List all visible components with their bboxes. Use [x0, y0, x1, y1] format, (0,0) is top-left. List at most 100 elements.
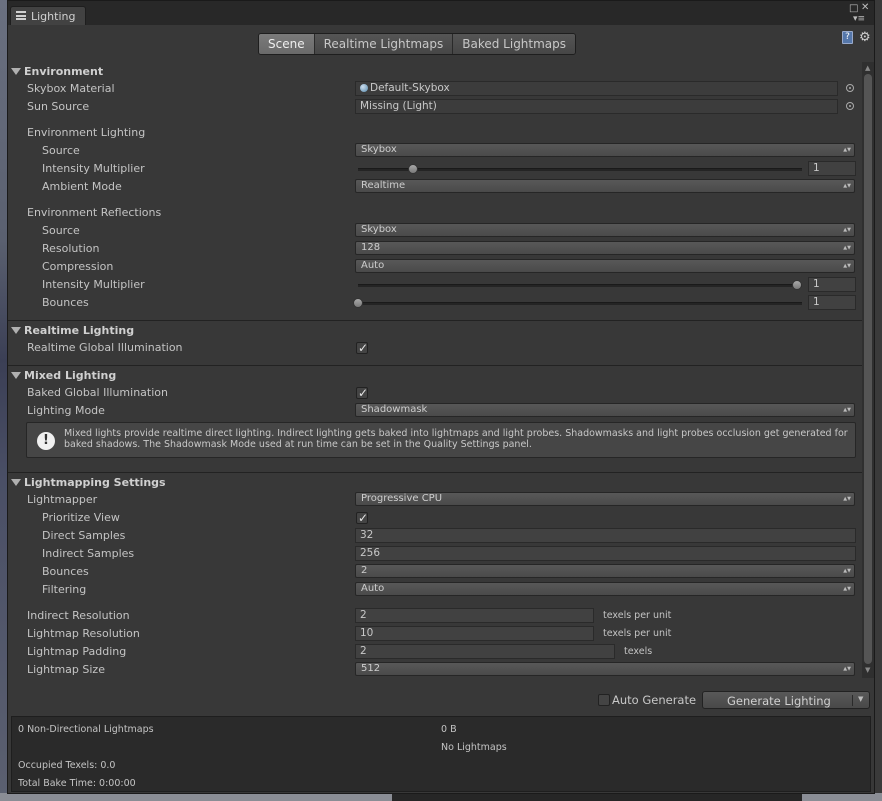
intensity-value-field[interactable]: 1	[808, 161, 856, 176]
sun-source-object-picker-icon[interactable]	[846, 102, 854, 110]
environment-lighting-label: Environment Lighting	[27, 126, 146, 139]
help-icon[interactable]: ?	[842, 31, 853, 44]
filtering-value: Auto	[361, 583, 385, 594]
lightmapper-value: Progressive CPU	[361, 493, 443, 504]
tab-realtime-lightmaps[interactable]: Realtime Lightmaps	[314, 34, 454, 54]
lightmap-resolution-label: Lightmap Resolution	[27, 627, 140, 640]
auto-generate-checkbox[interactable]	[598, 694, 610, 706]
checkmark-icon: ✓	[358, 386, 369, 400]
refl-bounces-slider-handle[interactable]	[353, 298, 363, 308]
ambient-mode-dropdown[interactable]: Realtime ▲▼	[355, 179, 855, 193]
foldout-triangle-icon	[11, 372, 21, 379]
lightmap-resolution-field[interactable]: 10	[355, 626, 594, 641]
checkmark-icon: ✓	[358, 511, 369, 525]
section-divider	[8, 320, 862, 321]
inspector-content: Environment Skybox Material Default-Skyb…	[8, 62, 862, 678]
mode-toolbar: Scene Realtime Lightmaps Baked Lightmaps	[258, 33, 577, 55]
lighting-mode-dropdown[interactable]: Shadowmask ▲▼	[355, 403, 855, 417]
bottom-background	[0, 793, 882, 801]
refl-bounces-slider-track[interactable]	[358, 302, 802, 305]
lightmap-padding-label: Lightmap Padding	[27, 645, 127, 658]
skybox-material-field[interactable]: Default-Skybox	[355, 81, 838, 96]
realtime-gi-label: Realtime Global Illumination	[27, 341, 183, 354]
lightmap-size-dropdown[interactable]: 512 ▲▼	[355, 662, 855, 676]
warning-icon: !	[37, 432, 55, 450]
refl-intensity-value-field[interactable]: 1	[808, 277, 856, 292]
lightmap-size-value: 512	[361, 663, 381, 674]
compression-dropdown[interactable]: Auto ▲▼	[355, 259, 855, 273]
indirect-resolution-unit: texels per unit	[603, 610, 672, 621]
baked-gi-checkbox[interactable]: ✓	[356, 386, 369, 400]
dropdown-arrow-icon: ▲▼	[843, 147, 851, 153]
resolution-dropdown[interactable]: 128 ▲▼	[355, 241, 855, 255]
close-icon[interactable]: ✕	[861, 3, 869, 13]
generate-dropdown-arrow-icon[interactable]: ▼	[858, 695, 863, 703]
refl-intensity-slider-track[interactable]	[358, 284, 802, 287]
maximize-icon[interactable]: □	[849, 4, 858, 14]
auto-generate-label: Auto Generate	[612, 693, 697, 707]
prioritize-view-label: Prioritize View	[42, 511, 120, 524]
resolution-value: 128	[361, 242, 381, 253]
skybox-material-value: Default-Skybox	[370, 82, 450, 94]
section-mixed-header[interactable]: Mixed Lighting	[11, 369, 116, 382]
realtime-gi-checkbox[interactable]: ✓	[356, 341, 368, 355]
lighting-mode-value: Shadowmask	[361, 404, 428, 415]
scroll-up-icon[interactable]: ▲	[865, 64, 870, 72]
sun-source-field[interactable]: Missing (Light)	[355, 99, 838, 114]
tab-menu-icon[interactable]: ▾≡	[853, 14, 865, 24]
refl-source-value: Skybox	[361, 224, 397, 235]
mixed-lighting-help-box: ! Mixed lights provide realtime direct l…	[26, 422, 856, 458]
section-environment-title: Environment	[24, 65, 104, 78]
skybox-material-label: Skybox Material	[27, 82, 115, 95]
skybox-material-icon	[360, 84, 368, 92]
lightmap-padding-field[interactable]: 2	[355, 644, 615, 659]
scroll-down-icon[interactable]: ▼	[865, 666, 870, 674]
indirect-samples-label: Indirect Samples	[42, 547, 135, 560]
sun-source-label: Sun Source	[27, 100, 90, 113]
indirect-samples-field[interactable]: 256	[355, 546, 856, 561]
dropdown-arrow-icon: ▲▼	[843, 666, 851, 672]
scrollbar-thumb[interactable]	[864, 74, 872, 664]
skybox-object-picker-icon[interactable]	[846, 84, 854, 92]
gear-icon[interactable]: ⚙	[859, 30, 871, 45]
compression-label: Compression	[42, 260, 114, 273]
refl-bounces-value-field[interactable]: 1	[808, 295, 856, 310]
prioritize-view-checkbox[interactable]: ✓	[356, 511, 369, 525]
resolution-label: Resolution	[42, 242, 100, 255]
tab-lighting[interactable]: Lighting	[10, 6, 86, 25]
foldout-triangle-icon	[11, 327, 21, 334]
dropdown-arrow-icon: ▲▼	[843, 586, 851, 592]
occupied-texels: Occupied Texels: 0.0	[18, 760, 116, 771]
baked-gi-label: Baked Global Illumination	[27, 386, 168, 399]
dropdown-arrow-icon: ▲▼	[843, 496, 851, 502]
dropdown-arrow-icon: ▲▼	[843, 263, 851, 269]
no-lightmaps-label: No Lightmaps	[441, 742, 507, 753]
lm-bounces-dropdown[interactable]: 2 ▲▼	[355, 564, 855, 578]
intensity-slider-handle[interactable]	[408, 164, 418, 174]
env-source-label: Source	[42, 144, 80, 157]
generate-lighting-button[interactable]: Generate Lighting ▼	[702, 691, 870, 709]
intensity-slider-track[interactable]	[358, 168, 802, 171]
section-lightmapping-header[interactable]: Lightmapping Settings	[11, 476, 166, 489]
tab-baked-lightmaps[interactable]: Baked Lightmaps	[453, 34, 576, 54]
indirect-resolution-label: Indirect Resolution	[27, 609, 130, 622]
vertical-scrollbar[interactable]: ▲ ▼	[862, 62, 874, 678]
indirect-resolution-field[interactable]: 2	[355, 608, 594, 623]
section-mixed-title: Mixed Lighting	[24, 369, 117, 382]
filtering-dropdown[interactable]: Auto ▲▼	[355, 582, 855, 596]
direct-samples-field[interactable]: 32	[355, 528, 856, 543]
tab-scene[interactable]: Scene	[259, 34, 315, 54]
dropdown-arrow-icon: ▲▼	[843, 245, 851, 251]
lm-bounces-value: 2	[361, 565, 368, 576]
lightmap-resolution-unit: texels per unit	[603, 628, 672, 639]
lightmapper-dropdown[interactable]: Progressive CPU ▲▼	[355, 492, 855, 506]
section-realtime-header[interactable]: Realtime Lighting	[11, 324, 134, 337]
dropdown-arrow-icon: ▲▼	[843, 227, 851, 233]
filtering-label: Filtering	[42, 583, 87, 596]
refl-intensity-slider-handle[interactable]	[792, 280, 802, 290]
button-separator	[852, 695, 853, 706]
env-source-dropdown[interactable]: Skybox ▲▼	[355, 143, 855, 157]
dropdown-arrow-icon: ▲▼	[843, 407, 851, 413]
section-environment-header[interactable]: Environment	[11, 65, 103, 78]
refl-source-dropdown[interactable]: Skybox ▲▼	[355, 223, 855, 237]
